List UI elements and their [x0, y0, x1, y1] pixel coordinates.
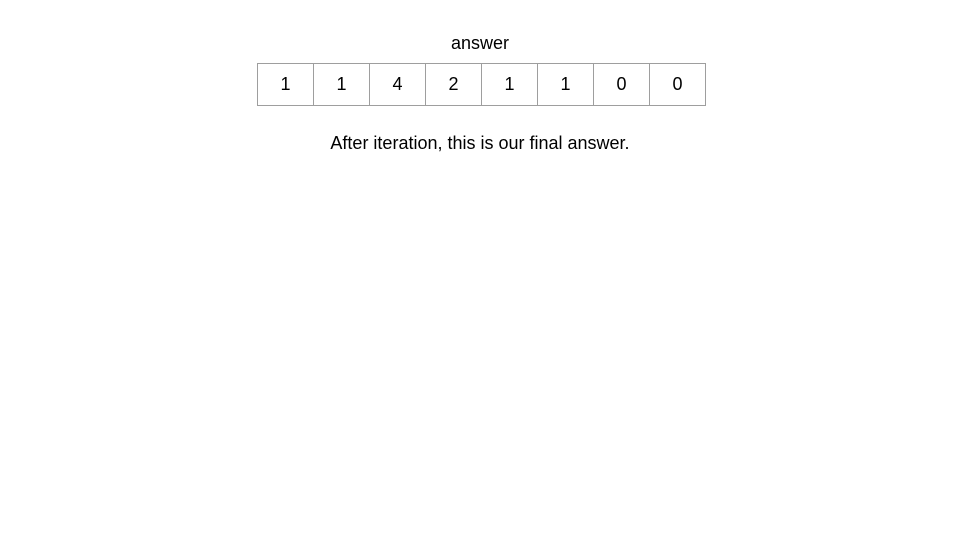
array-cell: 0 [594, 64, 650, 106]
array-cell: 1 [258, 64, 314, 106]
array-label: answer [450, 33, 510, 53]
array-cell: 0 [650, 64, 706, 106]
array-cell: 1 [314, 64, 370, 106]
array-cell: 4 [370, 64, 426, 106]
caption-text: After iteration, this is our final answe… [330, 133, 630, 153]
array-cell: 2 [426, 64, 482, 106]
answer-array: 1 1 4 2 1 1 0 0 [257, 63, 706, 106]
array-cell: 1 [538, 64, 594, 106]
array-cell: 1 [482, 64, 538, 106]
